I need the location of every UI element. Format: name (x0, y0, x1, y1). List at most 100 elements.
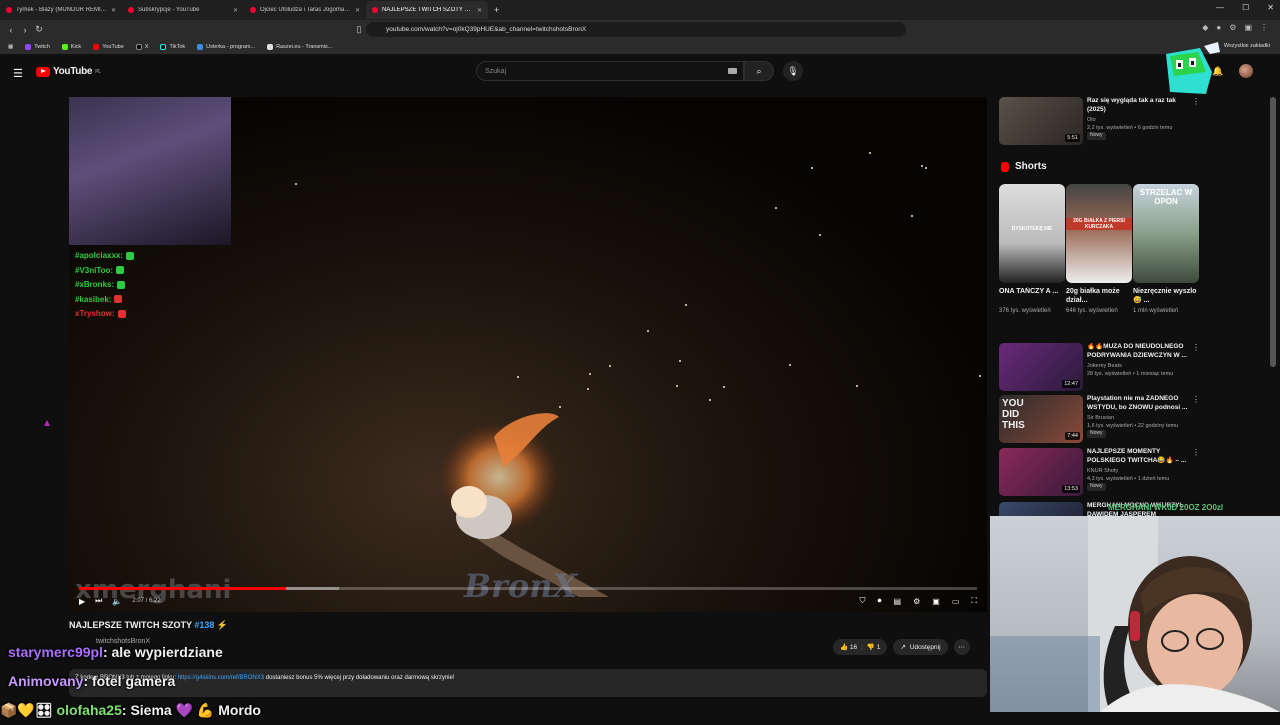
youtube-header: ☰ YouTube PL Szukaj ⌕ 🎙 🔔 (0, 55, 1280, 87)
bookmark-x[interactable]: X (135, 43, 148, 50)
shield-icon[interactable]: ⛉ (860, 596, 866, 606)
spark (911, 215, 913, 217)
close-window-icon[interactable]: ✕ (1267, 3, 1274, 12)
shorts-header: Shorts (1001, 161, 1047, 172)
bookmark-usterka[interactable]: Usterka - program... (197, 43, 255, 50)
more-options-icon[interactable]: ⋮ (1192, 395, 1200, 404)
avatar[interactable] (1239, 64, 1253, 78)
progress-bar[interactable] (79, 587, 977, 590)
kick-icon (61, 43, 68, 50)
browser-tab[interactable]: Tymek - Blazy (MUNDUR REMIX) - Y ✕ (0, 1, 122, 19)
short-thumbnail: 20G BIAŁKA Z PIERSI KURCZAKA (1066, 184, 1132, 283)
next-icon[interactable]: ⏭ (95, 596, 102, 606)
extension-icon[interactable]: ◆ (1202, 23, 1208, 32)
extensions: ◆ ● ⚙ ▣ ⋮ (1202, 23, 1268, 32)
spark (789, 364, 791, 366)
video-actions: 👍 16 | 👎 1 ↗ Udostępnij ⋯ (833, 639, 971, 655)
bookmark-kick[interactable]: Kick (61, 43, 81, 50)
url-input[interactable]: youtube.com/watch?v=oj0kQ39pHUE&ab_chann… (366, 22, 906, 37)
short-item[interactable]: STRZELAC W OPON Niezręcznie wyszlo 😅 ...… (1133, 184, 1199, 315)
youtube-favicon-icon (128, 7, 134, 13)
youtube-favicon-icon (250, 7, 256, 13)
globe-icon (197, 43, 204, 50)
mouse-cursor-icon (44, 420, 50, 426)
keyboard-icon[interactable] (728, 68, 737, 74)
like-button[interactable]: 👍 16 (840, 643, 857, 651)
new-tab-button[interactable]: + (488, 5, 505, 15)
browser-tab[interactable]: Ojciec Ufoludża i Taras Jogomajstr... ✕ (244, 1, 366, 19)
share-button[interactable]: ↗ Udostępnij (893, 639, 948, 655)
page-scrollbar[interactable] (1270, 97, 1276, 367)
streamer-figure (990, 516, 1280, 712)
search-button[interactable]: ⌕ (744, 61, 774, 81)
subtitles-icon[interactable]: ▤ (894, 597, 902, 606)
spark (775, 207, 777, 209)
extension-icon[interactable]: ▣ (1244, 23, 1252, 32)
more-options-icon[interactable]: ⋮ (1192, 448, 1200, 457)
thumbs-down-icon: 👎 (866, 644, 875, 651)
bookmark-youtube[interactable]: YouTube (93, 43, 124, 50)
all-bookmarks[interactable]: Wszystkie zakładki (1224, 43, 1270, 49)
minimize-icon[interactable]: — (1216, 3, 1224, 12)
close-tab-icon[interactable]: ✕ (477, 7, 482, 14)
menu-icon[interactable]: ⋮ (1260, 23, 1268, 32)
search-input[interactable]: Szukaj (476, 61, 744, 81)
browser-tab[interactable]: Subskrypcje - YouTube ✕ (122, 1, 244, 19)
like-dislike-group: 👍 16 | 👎 1 (833, 639, 888, 655)
search-icon: ⌕ (756, 66, 762, 76)
voice-search-button[interactable]: 🎙 (783, 61, 803, 81)
hashtag-link[interactable]: #138 (194, 620, 214, 630)
spark (647, 330, 649, 332)
close-tab-icon[interactable]: ✕ (111, 7, 116, 14)
reload-icon[interactable]: ↻ (32, 24, 46, 35)
related-video[interactable]: 5:51 Raz się wygląda tak a raz tak (2025… (999, 97, 1204, 145)
spark (295, 183, 297, 185)
stream-overlay-text: MERGHANI WK0D 20OZ 2O0zl (1108, 503, 1224, 512)
back-icon[interactable]: ‹ (4, 25, 18, 35)
theater-mode-icon[interactable]: ▭ (952, 597, 960, 606)
bookmark-tiktok[interactable]: TikTok (160, 43, 185, 50)
related-video[interactable]: 13:53 NAJLEPSZE MOMENTY POLSKIEGO TWITCH… (999, 448, 1204, 496)
share-icon: ↗ (900, 644, 906, 651)
settings-gear-icon[interactable]: ⚙ (913, 597, 920, 606)
spark (587, 388, 589, 390)
close-tab-icon[interactable]: ✕ (233, 7, 238, 14)
related-video[interactable]: 12:47 🔥🔥MUZA DO NIEUDOLNEGO PODRYWANIA D… (999, 343, 1204, 391)
video-title: NAJLEPSZE TWITCH SZOTY #138 ⚡ (69, 620, 229, 630)
miniplayer-icon[interactable]: ▣ (932, 597, 940, 606)
video-thumbnail: 13:53 (999, 448, 1083, 496)
spark (869, 152, 871, 154)
bookmark-raszei[interactable]: Raszei.eu - Transmis... (267, 43, 332, 50)
short-item[interactable]: DYSKOTEKĘ NIE ONA TAŃCZY A ... 376 tys. … (999, 184, 1065, 315)
video-player[interactable]: #apolciaxxx: #V3niToo: #xBronks: #kasibe… (69, 97, 987, 612)
more-options-icon[interactable]: ⋮ (1192, 97, 1200, 106)
extension-icon[interactable]: ● (1216, 23, 1221, 32)
emote-icon (117, 280, 126, 289)
forward-icon[interactable]: › (18, 25, 32, 35)
apps-icon[interactable]: ▦ (8, 44, 13, 50)
short-item[interactable]: 20G BIAŁKA Z PIERSI KURCZAKA 20g białka … (1066, 184, 1132, 315)
hamburger-menu-icon[interactable]: ☰ (13, 67, 23, 80)
maximize-icon[interactable]: ☐ (1242, 3, 1249, 12)
emote-icon (116, 266, 125, 275)
emote-icon (114, 295, 123, 304)
dislike-button[interactable]: 👎 1 (867, 643, 881, 651)
globe-icon (267, 43, 274, 50)
fullscreen-icon[interactable]: ⛶ (971, 596, 977, 606)
volume-icon[interactable]: 🔈 (112, 597, 122, 606)
autoplay-toggle[interactable]: ⏺ (878, 596, 882, 606)
chat-username: Animovany (8, 673, 84, 689)
close-tab-icon[interactable]: ✕ (355, 7, 360, 14)
related-video[interactable]: YOU DID THIS 7:44 Playstation nie ma ŻADN… (999, 395, 1204, 443)
short-thumbnail: STRZELAC W OPON (1133, 184, 1199, 283)
browser-tab-active[interactable]: NAJLEPSZE TWITCH SZOTY #138 ✕ (366, 1, 488, 19)
spark (589, 373, 591, 375)
extension-icon[interactable]: ⚙ (1229, 23, 1236, 32)
bookmark-icon[interactable]: ▯ (352, 24, 366, 35)
spark (723, 386, 725, 388)
bookmark-twitch[interactable]: Twitch (25, 43, 50, 50)
more-actions-button[interactable]: ⋯ (953, 639, 971, 655)
play-icon[interactable]: ▶ (79, 597, 85, 606)
more-options-icon[interactable]: ⋮ (1192, 343, 1200, 352)
youtube-logo[interactable]: YouTube PL (36, 66, 101, 77)
